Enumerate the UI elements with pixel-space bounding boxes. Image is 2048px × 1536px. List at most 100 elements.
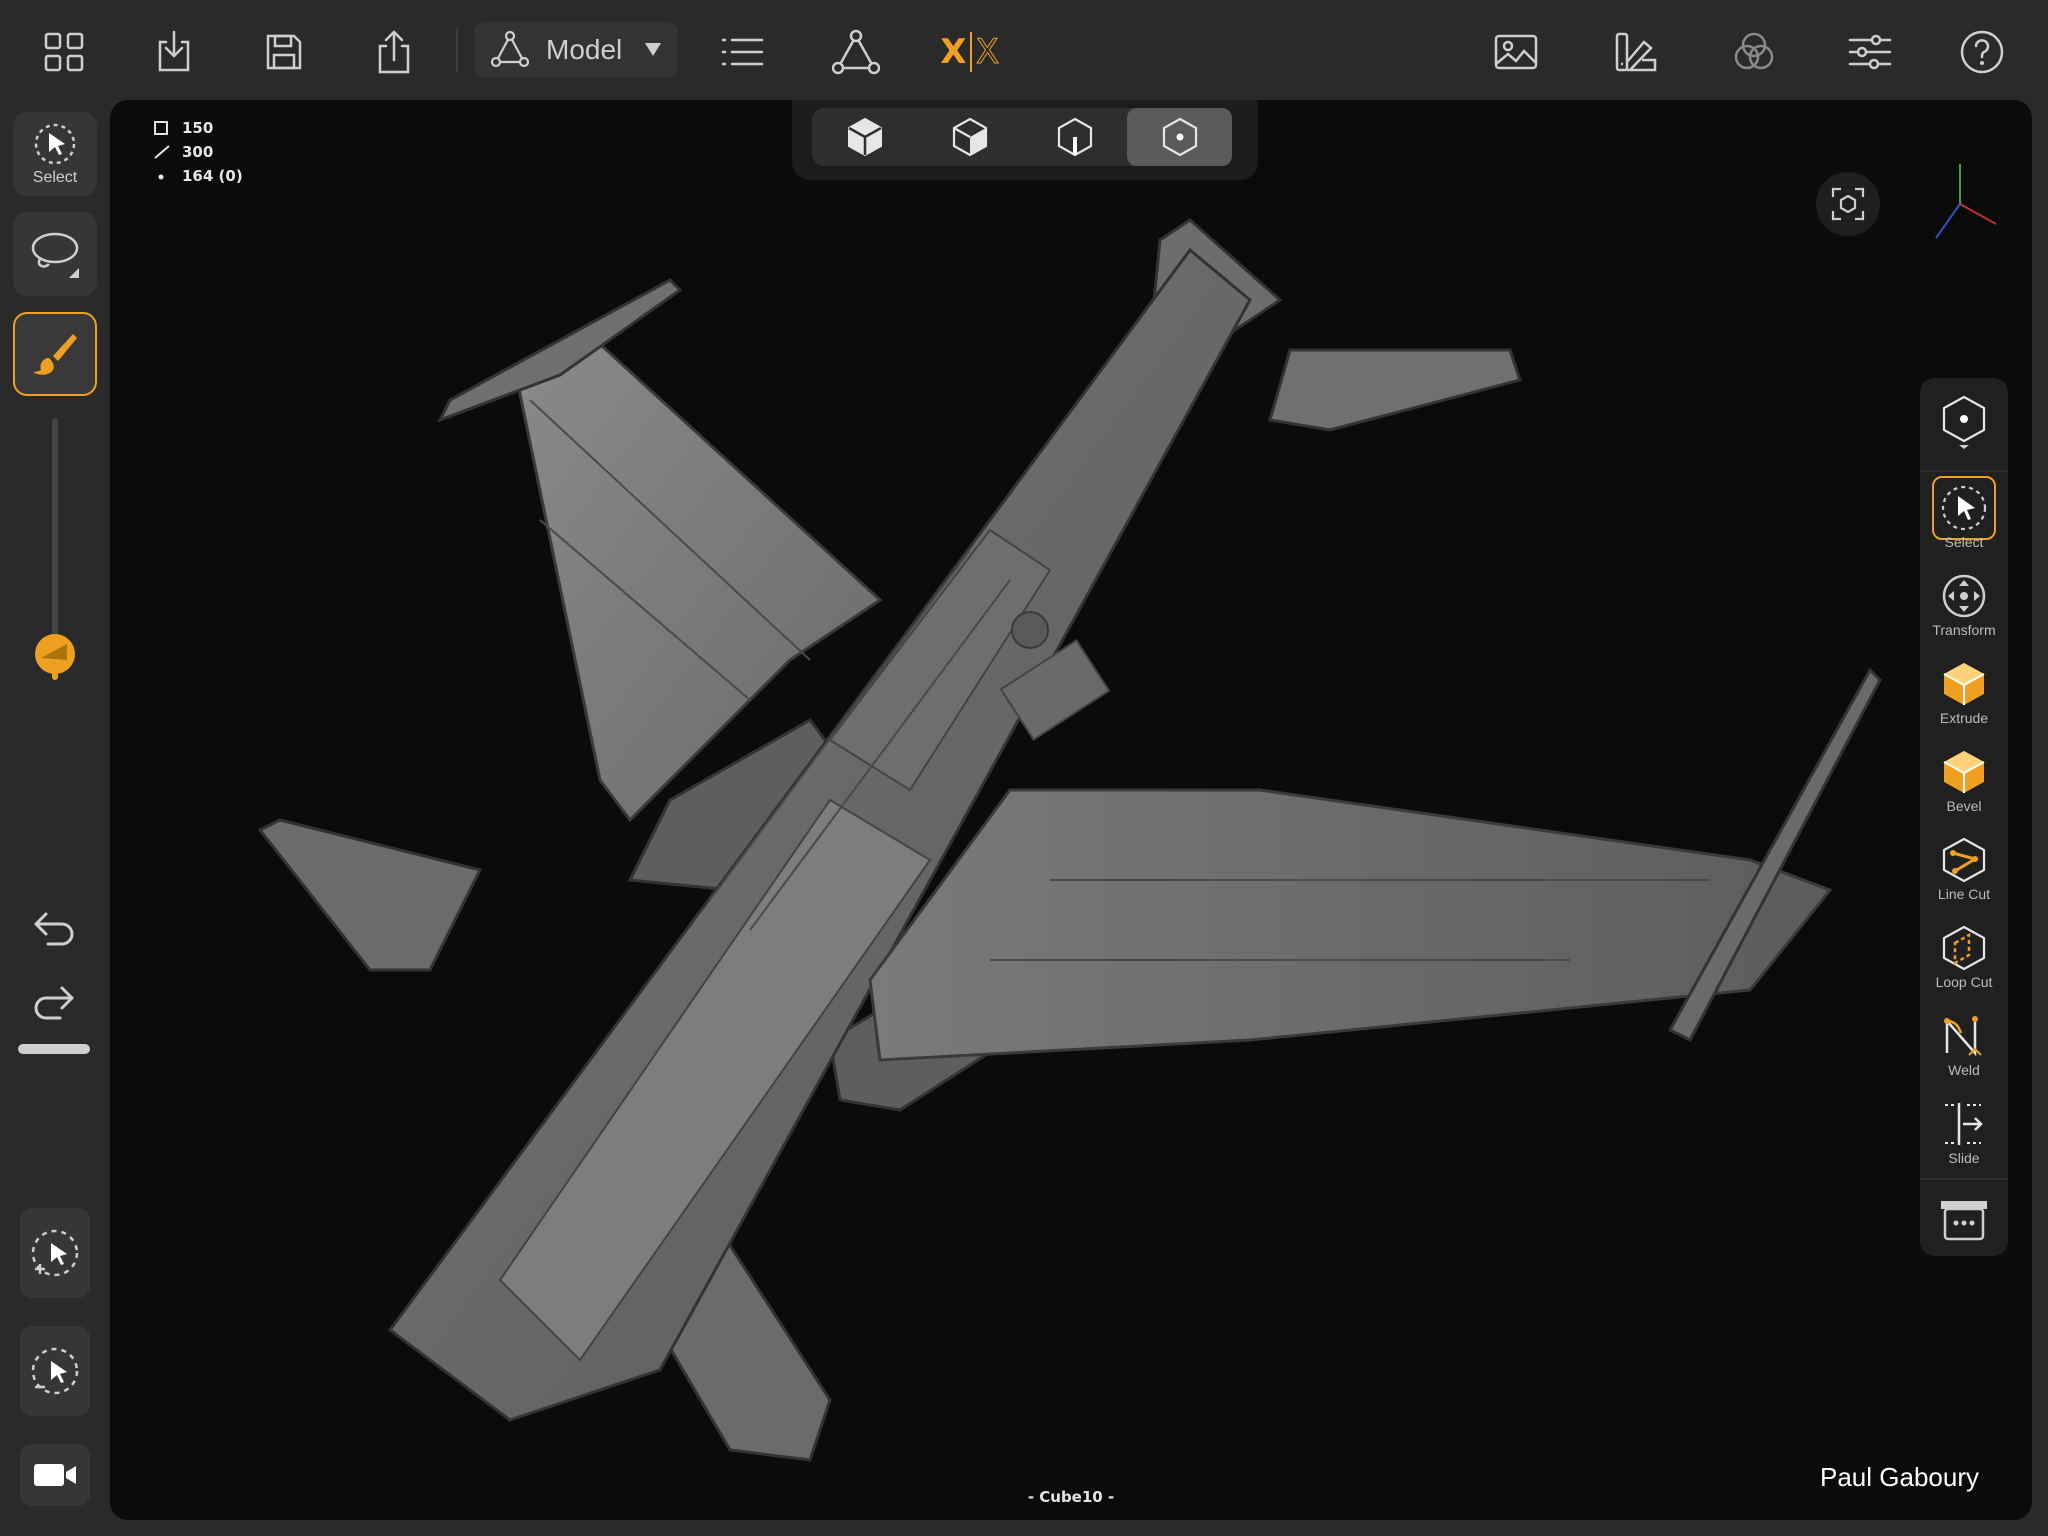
select-icon bbox=[34, 123, 76, 165]
reference-image-button[interactable] bbox=[1484, 20, 1548, 84]
right-tool-select-label: Select bbox=[1944, 534, 1984, 550]
top-toolbar: Model XX bbox=[0, 0, 2048, 100]
video-camera-icon bbox=[34, 1464, 76, 1486]
vertices-stat: 164 (0) bbox=[154, 164, 243, 188]
grid-icon bbox=[44, 32, 84, 72]
download-icon bbox=[158, 30, 190, 72]
select-icon bbox=[1941, 485, 1987, 531]
add-selection-button[interactable] bbox=[20, 1208, 90, 1298]
right-tool-transform[interactable]: Transform bbox=[1926, 564, 2002, 644]
active-object-name: - Cube10 - bbox=[1027, 1488, 1115, 1506]
line-cut-icon bbox=[1942, 837, 1986, 883]
list-icon bbox=[721, 38, 764, 66]
loop-cut-icon bbox=[1942, 925, 1986, 971]
tab-vertex-mode[interactable] bbox=[1127, 108, 1232, 166]
right-tool-bevel-label: Bevel bbox=[1946, 798, 1982, 814]
extrude-icon bbox=[1943, 663, 1985, 705]
vertex-cube-icon bbox=[1162, 117, 1197, 157]
right-tool-line-cut-label: Line Cut bbox=[1937, 886, 1991, 902]
edge-icon bbox=[154, 145, 170, 159]
select-subtract-icon bbox=[31, 1347, 79, 1395]
select-add-icon bbox=[31, 1229, 79, 1277]
vertex-icon bbox=[158, 174, 164, 180]
undo-icon[interactable] bbox=[28, 902, 80, 954]
symmetry-x-mirror-label: X bbox=[976, 32, 1000, 73]
axis-gizmo[interactable] bbox=[1910, 156, 2010, 246]
swatches-icon bbox=[1615, 32, 1657, 72]
panel-divider bbox=[1920, 470, 2008, 472]
author-credit: Paul Gaboury bbox=[1820, 1462, 1979, 1492]
lasso-icon bbox=[31, 232, 79, 278]
modeling-tools-panel: Select Transform Extrude Bevel Line Cut … bbox=[1920, 378, 2008, 1256]
right-tool-select[interactable]: Select bbox=[1926, 476, 2002, 556]
save-button[interactable] bbox=[252, 20, 316, 84]
spaceship-model bbox=[257, 218, 1882, 1462]
face-icon bbox=[154, 121, 168, 135]
edges-count: 300 bbox=[182, 143, 214, 161]
brush-icon bbox=[33, 334, 77, 375]
slide-icon bbox=[1945, 1103, 1983, 1145]
right-tool-extrude[interactable]: Extrude bbox=[1926, 652, 2002, 732]
face-cube-icon bbox=[952, 117, 987, 157]
weld-icon bbox=[1944, 1016, 1982, 1057]
right-tool-bevel[interactable]: Bevel bbox=[1926, 740, 2002, 820]
transform-icon bbox=[1942, 574, 1986, 618]
mode-dropdown[interactable]: Model bbox=[474, 22, 678, 78]
redo-icon[interactable] bbox=[28, 976, 80, 1028]
vertex-triangle-icon bbox=[832, 29, 880, 75]
symmetry-button[interactable]: XX bbox=[934, 20, 1006, 84]
materials-button[interactable] bbox=[1604, 20, 1668, 84]
right-tool-loop-cut-label: Loop Cut bbox=[1935, 974, 1993, 990]
tab-edge-mode[interactable] bbox=[1022, 108, 1127, 166]
faces-stat: 150 bbox=[154, 116, 243, 140]
subtract-selection-button[interactable] bbox=[20, 1326, 90, 1416]
right-tool-weld[interactable]: Weld bbox=[1926, 1004, 2002, 1084]
solid-cube-icon bbox=[847, 117, 882, 157]
focus-icon bbox=[1831, 187, 1865, 221]
select-tool-button[interactable]: Select bbox=[13, 112, 97, 196]
lasso-tool-button[interactable] bbox=[13, 212, 97, 296]
panel-divider bbox=[1920, 1178, 2008, 1180]
tab-object-mode[interactable] bbox=[812, 108, 917, 166]
more-icon bbox=[1941, 1201, 1987, 1241]
help-button[interactable] bbox=[1950, 20, 2014, 84]
vertex-tools-button[interactable] bbox=[824, 20, 888, 84]
chevron-down-icon bbox=[645, 43, 661, 56]
more-tools-button[interactable] bbox=[1926, 1188, 2002, 1268]
sliders-icon bbox=[1848, 34, 1892, 70]
edges-stat: 300 bbox=[154, 140, 243, 164]
share-button[interactable] bbox=[362, 20, 426, 84]
outliner-button[interactable] bbox=[710, 20, 774, 84]
save-icon bbox=[266, 34, 302, 70]
symmetry-x-label: X bbox=[940, 32, 967, 72]
image-icon bbox=[1494, 34, 1538, 70]
help-icon bbox=[1960, 30, 2004, 74]
edge-cube-icon bbox=[1057, 117, 1092, 157]
panel-drag-handle[interactable] bbox=[18, 1044, 90, 1054]
brush-size-knob[interactable] bbox=[33, 632, 77, 676]
right-tool-transform-label: Transform bbox=[1932, 622, 1996, 638]
mesh-stats: 150 300 164 (0) bbox=[154, 116, 243, 188]
selection-mode-toggle[interactable] bbox=[1926, 390, 2002, 470]
right-tool-slide-label: Slide bbox=[1948, 1150, 1980, 1166]
right-tool-slide[interactable]: Slide bbox=[1926, 1092, 2002, 1172]
camera-button[interactable] bbox=[20, 1444, 90, 1506]
vertices-count: 164 (0) bbox=[182, 167, 243, 185]
vertex-mode-icon bbox=[1942, 395, 1986, 449]
share-icon bbox=[378, 30, 410, 74]
right-tool-extrude-label: Extrude bbox=[1939, 710, 1989, 726]
settings-button[interactable] bbox=[1838, 20, 1902, 84]
faces-count: 150 bbox=[182, 119, 214, 137]
3d-viewport[interactable]: 150 300 164 (0) - Cube10 - Paul Gaboury bbox=[110, 100, 2032, 1520]
paint-tool-button[interactable] bbox=[13, 312, 97, 396]
bevel-icon bbox=[1943, 751, 1985, 793]
frame-selection-button[interactable] bbox=[1816, 172, 1880, 236]
tab-face-mode[interactable] bbox=[917, 108, 1022, 166]
import-button[interactable] bbox=[142, 20, 206, 84]
workspace-grid-button[interactable] bbox=[32, 20, 96, 84]
lighting-button[interactable] bbox=[1722, 20, 1786, 84]
right-tool-loop-cut[interactable]: Loop Cut bbox=[1926, 916, 2002, 996]
toolbar-divider bbox=[456, 28, 458, 72]
mesh-mode-icon bbox=[490, 30, 530, 68]
right-tool-line-cut[interactable]: Line Cut bbox=[1926, 828, 2002, 908]
